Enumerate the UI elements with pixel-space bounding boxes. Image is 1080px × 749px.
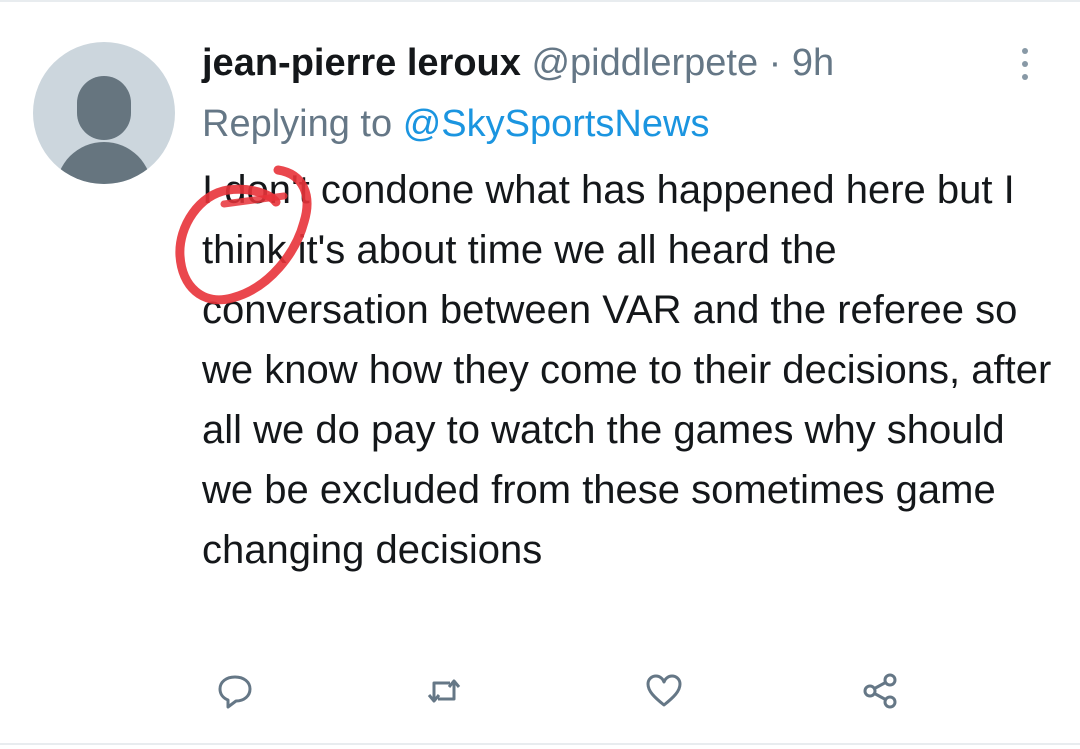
reply-context: Replying to @SkySportsNews: [202, 100, 709, 148]
reply-icon: [218, 675, 252, 709]
bottom-divider: [0, 743, 1080, 745]
reply-button[interactable]: [208, 664, 262, 718]
retweet-button[interactable]: [417, 664, 471, 718]
user-handle[interactable]: @piddlerpete: [531, 42, 758, 84]
retweet-icon: [427, 679, 461, 703]
separator-dot: ·: [768, 42, 782, 84]
share-button[interactable]: [853, 664, 907, 718]
reply-target-link[interactable]: @SkySportsNews: [403, 103, 710, 145]
avatar-head-shape: [77, 76, 131, 140]
like-icon: [646, 674, 682, 707]
action-bar: [200, 664, 920, 718]
tweet-text: I don't condone what has happened here b…: [202, 168, 1052, 572]
like-button[interactable]: [637, 664, 691, 718]
display-name[interactable]: jean-pierre leroux: [202, 42, 521, 84]
more-options-icon[interactable]: [1010, 44, 1040, 84]
tweet-card[interactable]: jean-pierre leroux @piddlerpete · 9h Rep…: [0, 0, 1080, 749]
timestamp[interactable]: 9h: [792, 42, 834, 84]
tweet-header: jean-pierre leroux @piddlerpete · 9h: [202, 38, 834, 88]
reply-prefix: Replying to: [202, 103, 393, 145]
avatar[interactable]: [33, 42, 175, 184]
avatar-body-shape: [56, 142, 152, 184]
top-divider: [0, 0, 1080, 2]
share-icon: [863, 673, 897, 709]
